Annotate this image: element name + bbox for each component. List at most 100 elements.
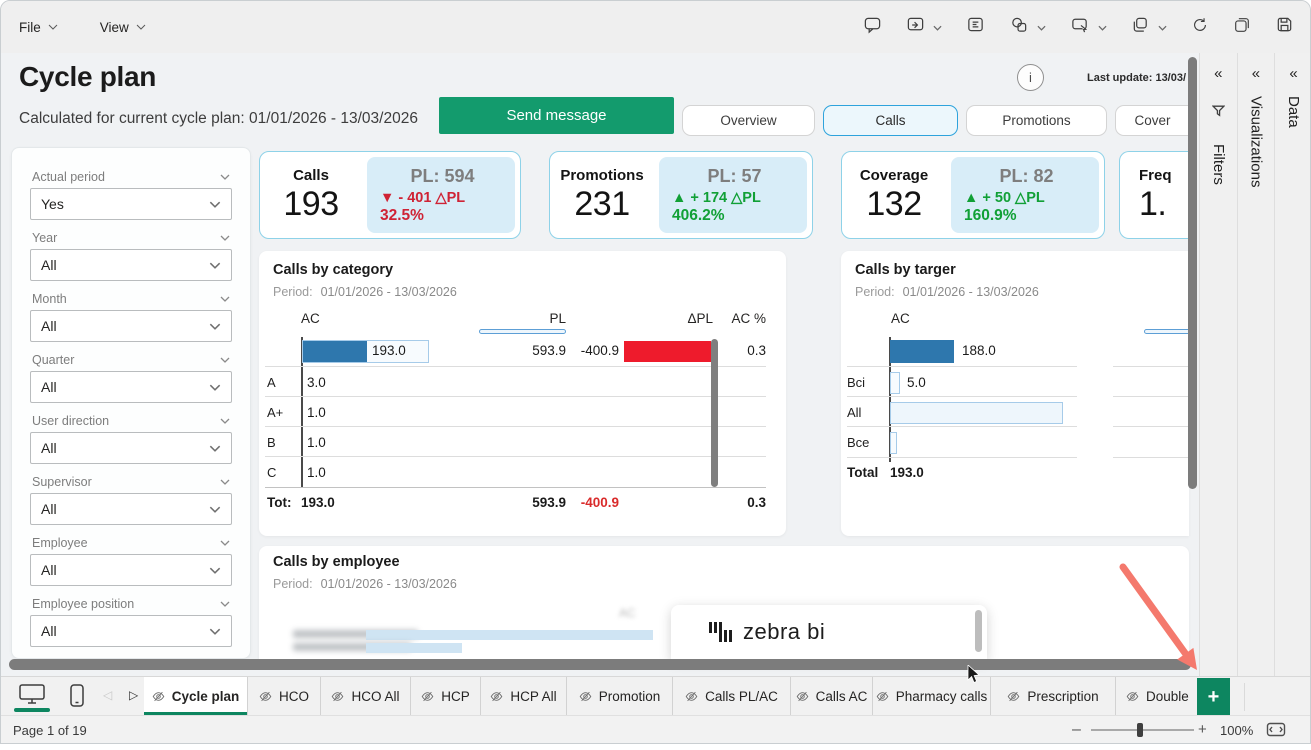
promotions-button[interactable]: Promotions: [966, 105, 1107, 136]
menu-view[interactable]: View: [100, 20, 146, 35]
hidden-page-icon: [490, 690, 503, 703]
tab-pharmacy-calls[interactable]: Pharmacy calls: [873, 677, 991, 716]
ac-bar: [303, 341, 367, 362]
filter-label-quarter[interactable]: Quarter: [30, 351, 232, 368]
filter-select-quarter[interactable]: All: [30, 371, 232, 403]
save-icon[interactable]: [1275, 15, 1294, 39]
filter-label-actual-period[interactable]: Actual period: [30, 168, 232, 185]
filter-select-year[interactable]: All: [30, 249, 232, 281]
filter-select-actual-period[interactable]: Yes: [30, 188, 232, 220]
filter-select-employee-position[interactable]: All: [30, 615, 232, 647]
zoom-level: 100%: [1220, 723, 1253, 738]
zoom-slider-thumb[interactable]: [1137, 723, 1143, 737]
filter-select-month[interactable]: All: [30, 310, 232, 342]
page-tabs: Cycle plan HCO HCO All HCP HCP All Promo…: [144, 677, 1197, 716]
tab-cycle-plan[interactable]: Cycle plan: [144, 677, 248, 716]
tab-calls-pl-ac[interactable]: Calls PL/AC: [673, 677, 791, 716]
calls-by-category-visual[interactable]: Calls by category Period:01/01/2026 - 13…: [259, 251, 786, 536]
tab-hcp[interactable]: HCP: [411, 677, 481, 716]
copy-icon[interactable]: [1233, 16, 1251, 39]
pl-header-marker: [479, 329, 566, 334]
gridline: [265, 456, 766, 457]
chevron-down-icon[interactable]: [1158, 18, 1167, 36]
filter-select-user-direction[interactable]: All: [30, 432, 232, 464]
send-message-button[interactable]: Send message: [439, 97, 674, 134]
collapse-pane-icon[interactable]: «: [1252, 65, 1260, 82]
visualizations-pane[interactable]: « Visualizations: [1237, 53, 1275, 676]
kpi-card-calls[interactable]: Calls 193 PL: 594 ▼ - 401 △PL 32.5%: [259, 151, 521, 239]
visual-scrollbar[interactable]: [711, 339, 718, 487]
zoom-out-button[interactable]: –: [1072, 721, 1081, 739]
total-ac: 193.0: [301, 495, 335, 510]
comment-icon[interactable]: [863, 15, 882, 39]
filter-select-supervisor[interactable]: All: [30, 493, 232, 525]
data-pane[interactable]: « Data: [1274, 53, 1311, 676]
calls-button[interactable]: Calls: [823, 105, 958, 136]
shapes-icon[interactable]: [1009, 15, 1029, 39]
total-pl: 593.9: [499, 495, 566, 510]
pane-label-visualizations: Visualizations: [1247, 96, 1264, 187]
menu-bar: File View: [1, 1, 1310, 53]
kpi-promotions-variance: PL: 57 ▲ + 174 △PL 406.2%: [659, 157, 807, 233]
calls-by-target-visual[interactable]: Calls by targer Period:01/01/2026 - 13/0…: [841, 251, 1189, 536]
gridline: [1113, 457, 1189, 458]
tab-double[interactable]: Double: [1116, 677, 1197, 716]
refresh-icon[interactable]: [1191, 16, 1209, 39]
chevron-down-icon[interactable]: [1037, 18, 1046, 36]
text-box-icon[interactable]: [966, 15, 985, 39]
kpi-card-frequency[interactable]: Freq 1.: [1119, 151, 1189, 239]
column-header-ac-blurred: AC: [619, 606, 636, 620]
tab-hco[interactable]: HCO: [248, 677, 321, 716]
filter-label-employee-position[interactable]: Employee position: [30, 595, 232, 612]
vertical-scrollbar[interactable]: [1188, 57, 1197, 489]
popup-scrollbar[interactable]: [975, 610, 982, 652]
pane-label-filters: Filters: [1210, 144, 1227, 185]
tab-prescription[interactable]: Prescription: [991, 677, 1116, 716]
hidden-page-icon: [421, 690, 434, 703]
coverage-button[interactable]: Cover: [1115, 105, 1189, 136]
ac-bar: [366, 643, 462, 653]
mobile-view-icon[interactable]: [69, 683, 85, 714]
gridline: [1113, 366, 1189, 367]
filter-label-month[interactable]: Month: [30, 290, 232, 307]
filter-label-year[interactable]: Year: [30, 229, 232, 246]
present-icon[interactable]: [906, 15, 925, 39]
bring-forward-icon[interactable]: [1131, 15, 1150, 39]
new-visual-icon[interactable]: [1070, 15, 1090, 39]
tab-promotion[interactable]: Promotion: [567, 677, 673, 716]
collapse-pane-icon[interactable]: «: [1289, 65, 1297, 82]
zebra-bi-logo: zebra bi: [707, 619, 825, 645]
info-icon[interactable]: i: [1017, 64, 1044, 91]
collapse-pane-icon[interactable]: «: [1214, 65, 1222, 82]
row-label: C: [267, 465, 276, 480]
tab-hco-all[interactable]: HCO All: [321, 677, 411, 716]
tab-hcp-all[interactable]: HCP All: [481, 677, 567, 716]
desktop-view-icon[interactable]: [18, 683, 46, 710]
filter-select-employee[interactable]: All: [30, 554, 232, 586]
filter-label-employee[interactable]: Employee: [30, 534, 232, 551]
prev-page-arrow[interactable]: ◁: [103, 688, 112, 702]
chevron-down-icon: [209, 628, 221, 635]
filters-pane[interactable]: « Filters: [1199, 53, 1237, 676]
ac-value: 3.0: [307, 375, 326, 390]
next-page-arrow[interactable]: ▷: [129, 688, 138, 702]
row-label: A+: [267, 405, 283, 420]
add-page-button[interactable]: +: [1197, 678, 1230, 716]
overview-button[interactable]: Overview: [682, 105, 815, 136]
menu-file[interactable]: File: [19, 20, 58, 35]
kpi-calls-variance: PL: 594 ▼ - 401 △PL 32.5%: [367, 157, 515, 233]
fit-to-page-icon[interactable]: [1266, 722, 1286, 742]
visual-title: Calls by employee: [273, 554, 400, 570]
filter-label-supervisor[interactable]: Supervisor: [30, 473, 232, 490]
horizontal-scrollbar[interactable]: [9, 659, 1191, 670]
kpi-card-promotions[interactable]: Promotions 231 PL: 57 ▲ + 174 △PL 406.2%: [549, 151, 813, 239]
chevron-down-icon[interactable]: [1098, 18, 1107, 36]
filter-label-user-direction[interactable]: User direction: [30, 412, 232, 429]
tab-calls-ac[interactable]: Calls AC: [791, 677, 873, 716]
total-acpct: 0.3: [721, 495, 766, 510]
zebra-bi-popup[interactable]: zebra bi: [671, 605, 987, 659]
chevron-down-icon[interactable]: [933, 18, 942, 36]
zoom-in-button[interactable]: +: [1198, 721, 1207, 738]
kpi-card-coverage[interactable]: Coverage 132 PL: 82 ▲ + 50 △PL 160.9%: [841, 151, 1105, 239]
hidden-page-icon: [1007, 690, 1020, 703]
